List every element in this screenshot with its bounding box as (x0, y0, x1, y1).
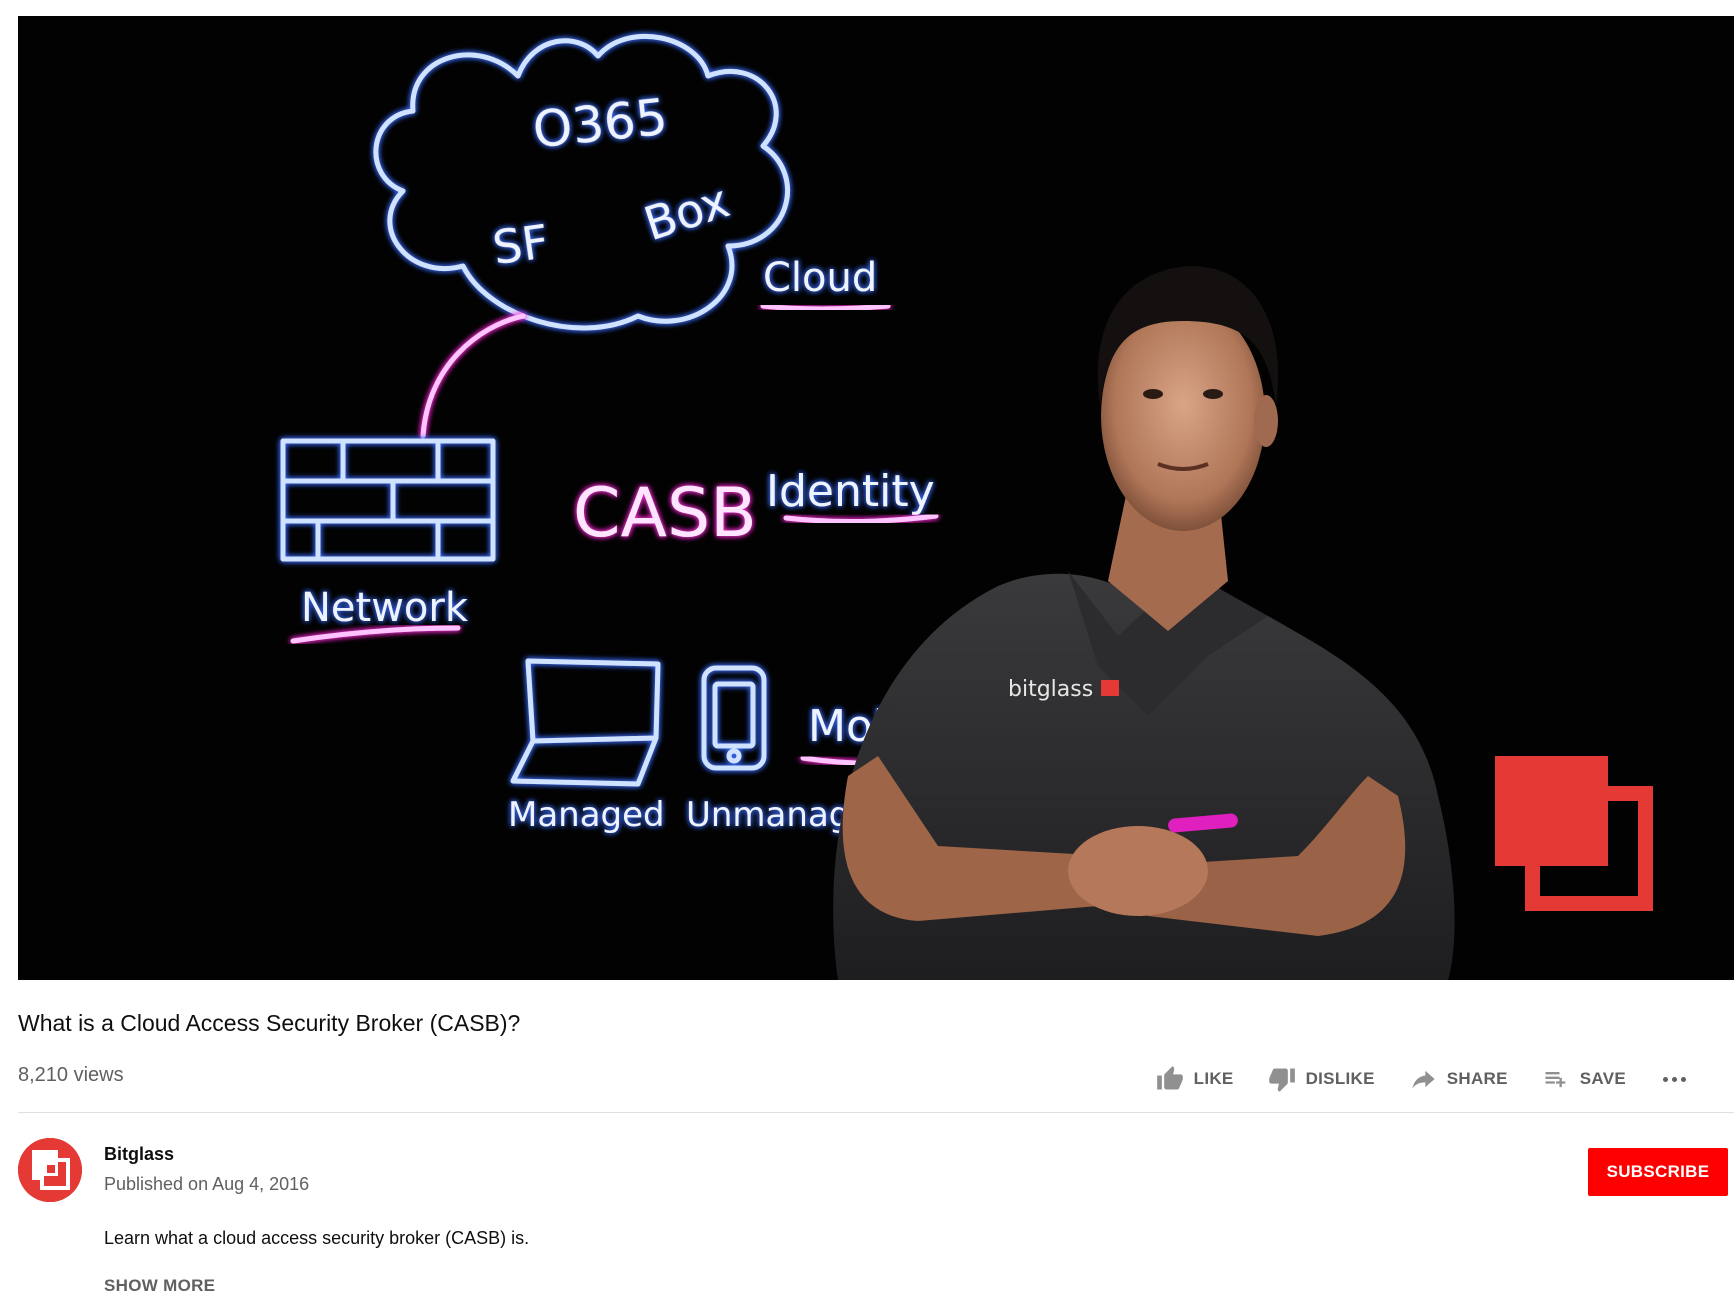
cloud-o365-text: O365 (530, 88, 670, 160)
subscribe-button[interactable]: SUBSCRIBE (1588, 1148, 1728, 1196)
more-dot (1662, 1076, 1668, 1082)
save-button[interactable]: SAVE (1542, 1065, 1626, 1093)
identity-text: Identity (766, 466, 935, 517)
cloud-underline (760, 303, 891, 312)
dislike-button[interactable]: DISLIKE (1268, 1065, 1375, 1093)
bitglass-logo-icon (18, 1138, 82, 1202)
thumbs-up-icon (1156, 1066, 1183, 1090)
video-title: What is a Cloud Access Security Broker (… (18, 1010, 521, 1036)
managed-text: Managed (508, 795, 665, 835)
more-horizontal-icon[interactable] (1660, 1065, 1688, 1093)
channel-name[interactable]: Bitglass (104, 1144, 174, 1165)
more-dot (1680, 1076, 1686, 1082)
firewall-drawing (280, 438, 496, 562)
bitglass-watermark (1495, 756, 1653, 911)
cloud-box-text: Box (638, 174, 736, 252)
phone-drawing (701, 665, 767, 771)
cloud-label-text: Cloud (763, 255, 877, 301)
cloud-drawing (373, 33, 790, 331)
laptop-drawing (510, 658, 661, 787)
shirt-logo-text: bitglass (1008, 677, 1093, 702)
casb-text: CASB (573, 474, 757, 553)
connector-line (420, 313, 526, 439)
video-frame: O365 SF Box Cloud Network CASB Identity (280, 33, 1653, 980)
share-arrow-icon (1412, 1070, 1435, 1089)
cloud-sf-text: SF (489, 214, 552, 275)
network-label-text: Network (301, 585, 469, 631)
like-label: LIKE (1193, 1069, 1234, 1088)
show-more-button[interactable]: SHOW MORE (104, 1276, 215, 1296)
video-player[interactable]: O365 SF Box Cloud Network CASB Identity (18, 16, 1734, 980)
thumbs-down-icon (1268, 1068, 1295, 1092)
share-label: SHARE (1446, 1069, 1508, 1088)
save-label: SAVE (1579, 1069, 1626, 1088)
presenter-figure: bitglass (833, 265, 1455, 980)
publish-date: Published on Aug 4, 2016 (104, 1174, 310, 1194)
like-button[interactable]: LIKE (1156, 1065, 1234, 1093)
dislike-label: DISLIKE (1305, 1069, 1375, 1088)
view-count: 8,210 views (18, 1064, 124, 1086)
video-description: Learn what a cloud access security broke… (104, 1228, 530, 1248)
video-actions: LIKE DISLIKE SHARE SAVE (1122, 1062, 1688, 1096)
divider (18, 1112, 1734, 1113)
more-dot (1671, 1076, 1677, 1082)
channel-avatar[interactable] (18, 1138, 82, 1202)
share-button[interactable]: SHARE (1409, 1065, 1508, 1093)
playlist-add-icon (1545, 1072, 1566, 1088)
